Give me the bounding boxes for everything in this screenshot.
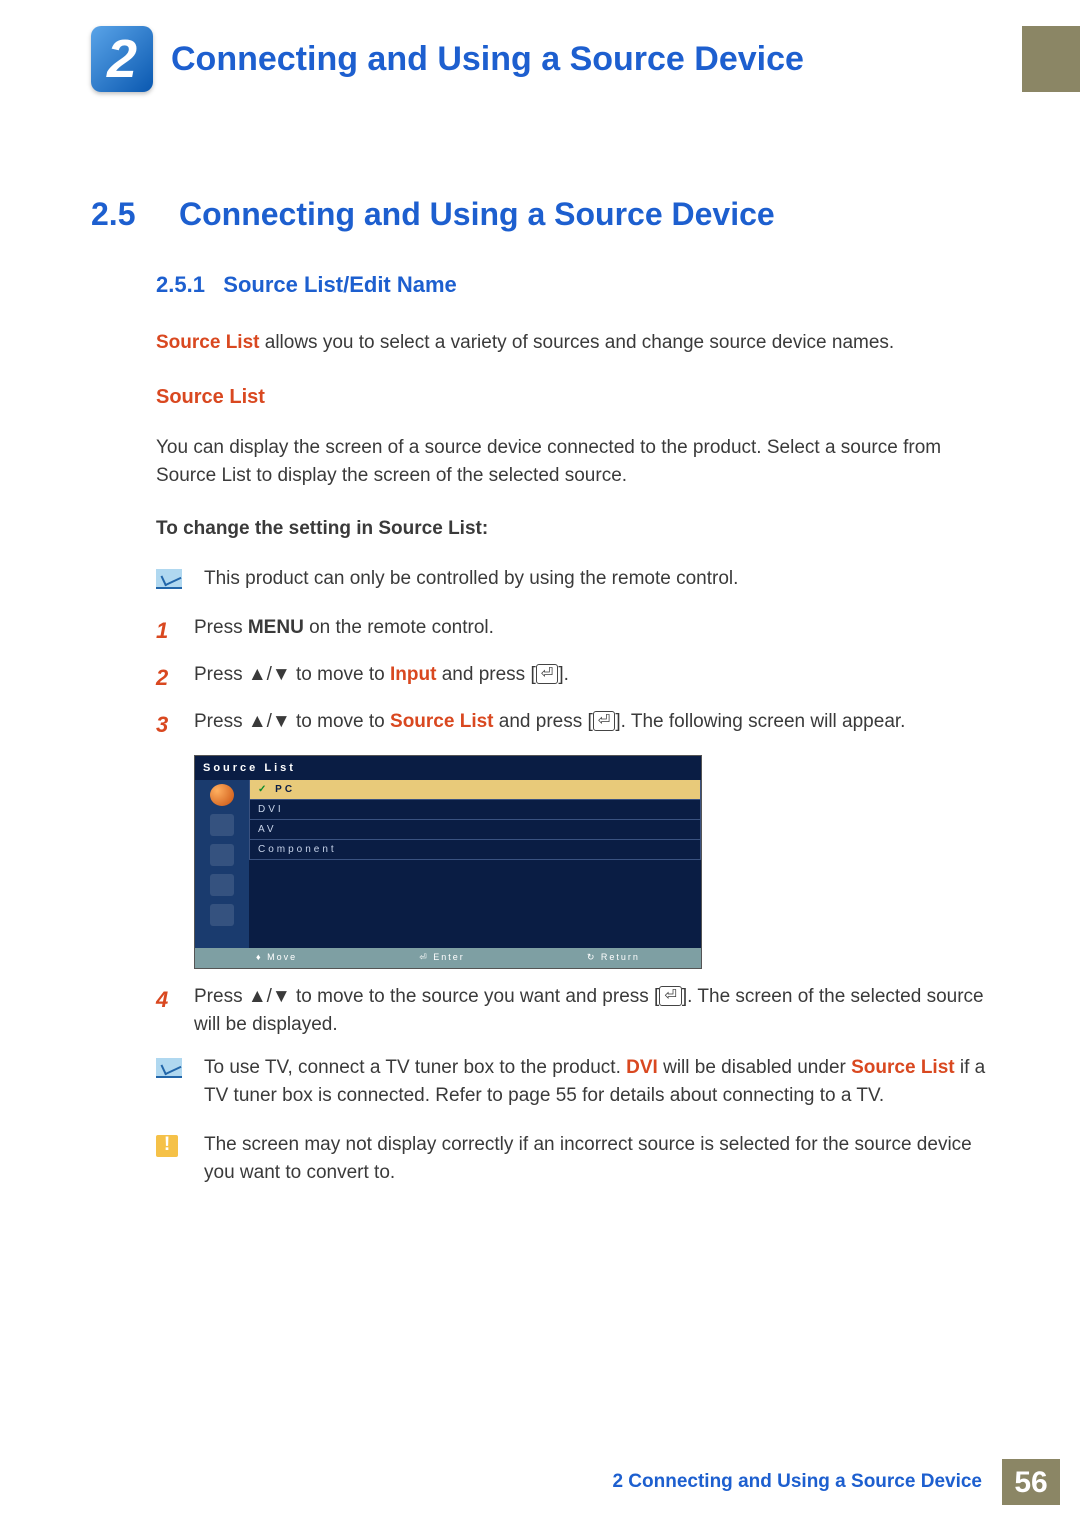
step-bracket: ]. The following screen will appear. xyxy=(615,711,905,732)
osd-list: PC DVI AV Component xyxy=(249,780,701,948)
note-icon xyxy=(156,1058,182,1078)
keyword-source-list: Source List xyxy=(851,1057,954,1078)
procedure-heading: To change the setting in Source List: xyxy=(156,515,988,544)
step-post: and press [ xyxy=(494,711,593,732)
footer-text: 2 Connecting and Using a Source Device xyxy=(612,1468,982,1497)
section-number: 2.5 xyxy=(91,190,179,238)
osd-foot-return: ↻ Return xyxy=(587,951,640,965)
subsection-title: Source List/Edit Name xyxy=(223,272,457,297)
enter-icon: ⏎ xyxy=(659,986,682,1006)
osd-row: DVI xyxy=(249,800,701,820)
note-icon xyxy=(156,569,182,589)
osd-foot-enter: ⏎ Enter xyxy=(419,951,465,965)
osd-footer: ♦ Move ⏎ Enter ↻ Return xyxy=(195,948,701,968)
note-2: To use TV, connect a TV tuner box to the… xyxy=(156,1054,988,1111)
step-text: Press ▲/▼ to move to Source List and pre… xyxy=(194,708,988,741)
intro-text: allows you to select a variety of source… xyxy=(259,332,894,353)
page-footer: 2 Connecting and Using a Source Device 5… xyxy=(612,1459,1080,1505)
step-1: 1 Press MENU on the remote control. xyxy=(156,614,988,647)
osd-nav-icon xyxy=(210,874,234,896)
subsection-heading: 2.5.1 Source List/Edit Name xyxy=(156,268,988,301)
section-title: Connecting and Using a Source Device xyxy=(179,190,775,238)
enter-icon: ⏎ xyxy=(536,664,559,684)
osd-title: Source List xyxy=(195,756,701,781)
step-pre: Press ▲/▼ to move to the source you want… xyxy=(194,986,659,1007)
step-4: 4 Press ▲/▼ to move to the source you wa… xyxy=(156,983,988,1040)
keyword-source-list: Source List xyxy=(390,711,493,732)
osd-foot-move: ♦ Move xyxy=(256,951,297,965)
page-number: 56 xyxy=(1002,1459,1060,1505)
step-pre: Press xyxy=(194,617,248,638)
enter-icon: ⏎ xyxy=(593,711,616,731)
subsection-number: 2.5.1 xyxy=(156,272,205,297)
osd-row: AV xyxy=(249,820,701,840)
intro-paragraph: Source List allows you to select a varie… xyxy=(156,329,988,358)
chapter-header: 2 Connecting and Using a Source Device xyxy=(91,26,1080,92)
step-post: and press [ xyxy=(436,664,535,685)
step-text: Press ▲/▼ to move to Input and press [⏎]… xyxy=(194,661,988,694)
step-3: 3 Press ▲/▼ to move to Source List and p… xyxy=(156,708,988,741)
step-bracket: ]. xyxy=(558,664,569,685)
osd-body: PC DVI AV Component xyxy=(195,780,701,948)
osd-nav-icon xyxy=(210,844,234,866)
keyword-source-list: Source List xyxy=(156,332,259,353)
page-content: 2.5 Connecting and Using a Source Device… xyxy=(91,190,988,1208)
step-pre: Press ▲/▼ to move to xyxy=(194,664,390,685)
keyword-menu: MENU xyxy=(248,617,304,638)
step-text: Press ▲/▼ to move to the source you want… xyxy=(194,983,988,1040)
step-number: 2 xyxy=(156,661,194,694)
note-1-text: This product can only be controlled by u… xyxy=(204,565,738,594)
step-pre: Press ▲/▼ to move to xyxy=(194,711,390,732)
osd-nav-icon xyxy=(210,904,234,926)
chapter-number-badge: 2 xyxy=(91,26,153,92)
step-2: 2 Press ▲/▼ to move to Input and press [… xyxy=(156,661,988,694)
warning-icon: ! xyxy=(156,1135,178,1157)
subhead-source-list: Source List xyxy=(156,382,988,412)
osd-nav-icon xyxy=(210,784,234,806)
paragraph-1: You can display the screen of a source d… xyxy=(156,434,988,491)
step-post: on the remote control. xyxy=(304,617,494,638)
note2-pre: To use TV, connect a TV tuner box to the… xyxy=(204,1057,626,1078)
osd-sidebar xyxy=(195,780,249,948)
keyword-dvi: DVI xyxy=(626,1057,658,1078)
step-number: 1 xyxy=(156,614,194,647)
warning-note: ! The screen may not display correctly i… xyxy=(156,1131,988,1188)
step-number: 4 xyxy=(156,983,194,1040)
note2-mid: will be disabled under xyxy=(658,1057,851,1078)
warning-text: The screen may not display correctly if … xyxy=(204,1131,988,1188)
note-1: This product can only be controlled by u… xyxy=(156,565,988,594)
osd-nav-icon xyxy=(210,814,234,836)
chapter-title: Connecting and Using a Source Device xyxy=(171,34,804,85)
osd-row: Component xyxy=(249,840,701,860)
osd-row-selected: PC xyxy=(249,780,701,800)
step-number: 3 xyxy=(156,708,194,741)
keyword-input: Input xyxy=(390,664,436,685)
osd-screenshot: Source List PC DVI AV Component ♦ Move ⏎… xyxy=(194,755,702,969)
note-2-text: To use TV, connect a TV tuner box to the… xyxy=(204,1054,988,1111)
section-heading: 2.5 Connecting and Using a Source Device xyxy=(91,190,988,238)
step-text: Press MENU on the remote control. xyxy=(194,614,988,647)
